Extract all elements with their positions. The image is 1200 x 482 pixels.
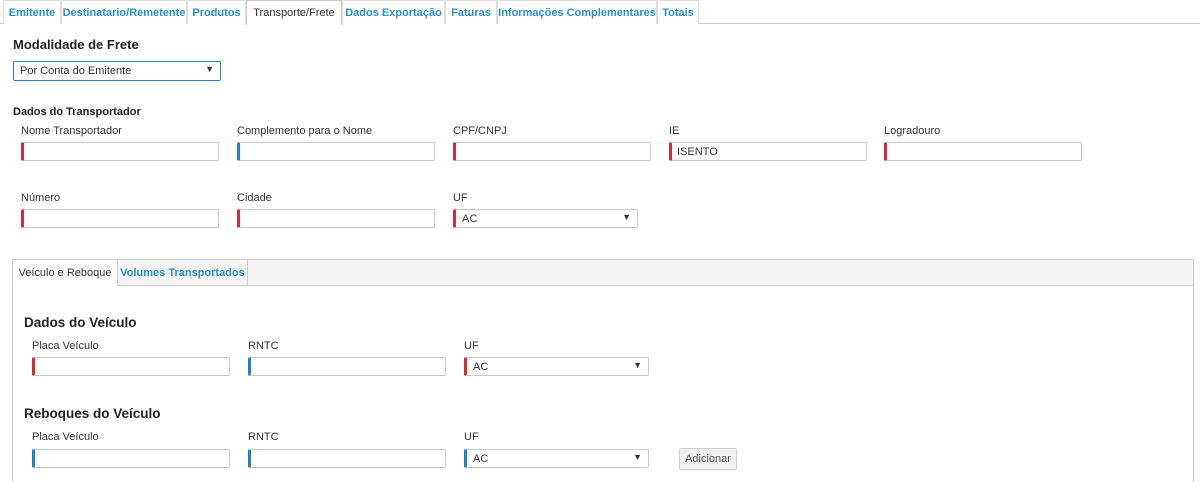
tab-transporte-frete[interactable]: Transporte/Frete	[246, 0, 342, 25]
numero-label: Número	[21, 192, 61, 204]
rntc-input[interactable]	[248, 357, 446, 376]
reboque-rntc-label: RNTC	[248, 431, 279, 443]
transportador-title: Dados do Transportador	[13, 106, 141, 118]
uf-transportador-select[interactable]: AC ▼	[453, 209, 638, 228]
complemento-nome-label: Complemento para o Nome	[237, 125, 373, 137]
tab-emitente[interactable]: Emitente	[3, 0, 61, 24]
reboque-rntc-input[interactable]	[248, 449, 446, 468]
reboque-uf-label: UF	[464, 431, 479, 443]
uf-transportador-label: UF	[453, 192, 468, 204]
chevron-down-icon: ▼	[205, 64, 214, 74]
frete-selected-value: Por Conta do Emitente	[20, 65, 132, 77]
numero-input[interactable]	[21, 209, 219, 228]
chevron-down-icon: ▼	[633, 452, 642, 462]
chevron-down-icon: ▼	[633, 360, 642, 370]
logradouro-label: Logradouro	[884, 125, 941, 137]
uf-veiculo-select[interactable]: AC ▼	[464, 357, 649, 376]
uf-veiculo-value: AC	[473, 360, 489, 373]
frete-select[interactable]: Por Conta do Emitente ▼	[13, 61, 221, 81]
frete-title: Modalidade de Frete	[13, 37, 139, 52]
complemento-nome-input[interactable]	[237, 142, 435, 161]
main-tabs: Emitente Destinatario/Remetente Produtos…	[0, 0, 1200, 25]
tab-totais[interactable]: Totais	[657, 0, 699, 24]
adicionar-button[interactable]: Adicionar	[679, 448, 737, 470]
tab-faturas[interactable]: Faturas	[445, 0, 497, 24]
tab-volumes-transportados[interactable]: Volumes Transportados	[118, 259, 248, 286]
placa-veiculo-label: Placa Veículo	[32, 340, 99, 352]
cpf-cnpj-label: CPF/CNPJ	[453, 125, 507, 137]
veiculo-title: Dados do Veículo	[24, 315, 137, 330]
placa-veiculo-input[interactable]	[32, 357, 230, 376]
rntc-label: RNTC	[248, 340, 279, 352]
reboque-placa-input[interactable]	[32, 449, 230, 468]
tab-destinatario-remetente[interactable]: Destinatario/Remetente	[61, 0, 187, 24]
tab-dados-exportacao[interactable]: Dados Exportação	[342, 0, 445, 24]
cidade-input[interactable]	[237, 209, 435, 228]
cpf-cnpj-input[interactable]	[453, 142, 651, 161]
reboque-placa-label: Placa Veículo	[32, 431, 99, 443]
tab-veiculo-reboque[interactable]: Veículo e Reboque	[12, 259, 118, 286]
ie-input[interactable]	[669, 142, 867, 161]
reboques-title: Reboques do Veículo	[24, 406, 161, 421]
reboque-uf-select[interactable]: AC ▼	[464, 449, 649, 468]
nome-transportador-input[interactable]	[21, 142, 219, 161]
logradouro-input[interactable]	[884, 142, 1082, 161]
uf-transportador-value: AC	[462, 212, 478, 225]
tab-produtos[interactable]: Produtos	[187, 0, 246, 24]
nome-transportador-label: Nome Transportador	[21, 125, 122, 137]
reboque-uf-value: AC	[473, 452, 489, 465]
sub-tabs: Veículo e Reboque Volumes Transportados	[12, 259, 1194, 286]
chevron-down-icon: ▼	[622, 212, 631, 222]
tab-informacoes-complementares[interactable]: Informações Complementares	[497, 0, 657, 24]
uf-veiculo-label: UF	[464, 340, 479, 352]
ie-label: IE	[669, 125, 680, 137]
cidade-label: Cidade	[237, 192, 272, 204]
